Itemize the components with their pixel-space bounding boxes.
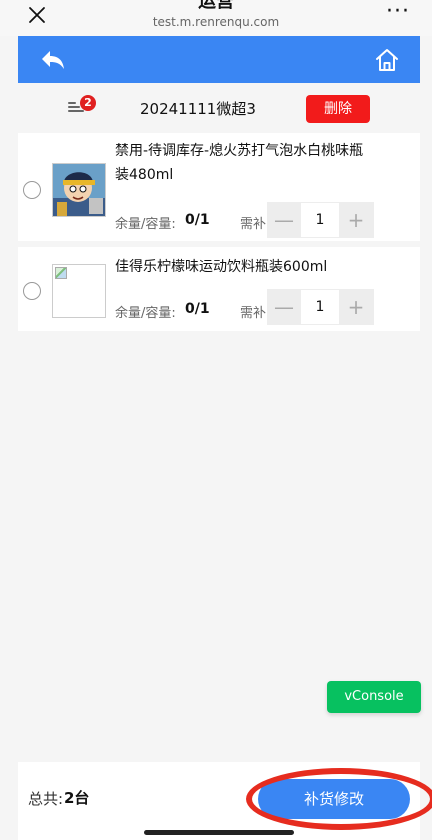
stock-label: 余量/容量: [115,217,176,232]
submit-button[interactable]: 补货修改 [258,779,410,819]
product-image [52,264,106,318]
browser-title: 运营 [198,0,234,12]
group-toolbar: 2 20241111微超3 删除 [18,83,420,133]
broken-image-icon [55,267,67,279]
total-value: 2台 [64,789,90,807]
quantity-stepper: — 1 + [267,289,374,325]
increment-button[interactable]: + [339,202,373,238]
browser-bar: 运营 test.m.renrenqu.com ··· [0,0,432,36]
vconsole-button[interactable]: vConsole [327,681,421,713]
need-label: 需补 [240,306,267,321]
stock-value: 0/1 [185,212,210,228]
select-radio[interactable] [23,282,41,300]
decrement-button[interactable]: — [267,202,301,238]
quantity-input[interactable]: 1 [301,290,339,324]
home-indicator [144,830,294,835]
quantity-stepper: — 1 + [267,202,374,238]
footer-bar: 总共: 2台 补货修改 [18,762,432,840]
more-icon[interactable]: ··· [384,0,412,24]
decrement-button[interactable]: — [267,289,301,325]
stock-label: 余量/容量: [115,306,176,321]
group-title: 20241111微超3 [140,100,256,118]
need-label: 需补 [240,217,267,232]
app-header [18,36,420,83]
browser-url: test.m.renrenqu.com [152,15,280,29]
back-icon[interactable] [38,46,68,74]
select-radio[interactable] [23,181,41,199]
product-item: 禁用-待调库存-熄火苏打气泡水白桃味瓶 装480ml 余量/容量: 0/1 需补… [18,133,420,241]
increment-button[interactable]: + [339,289,373,325]
product-name: 佳得乐柠檬味运动饮料瓶装600ml [115,259,328,275]
total-label: 总共: [28,790,64,808]
quantity-input[interactable]: 1 [301,203,339,237]
delete-button[interactable]: 删除 [306,95,370,123]
product-item: 佳得乐柠檬味运动饮料瓶装600ml 余量/容量: 0/1 需补 — 1 + [18,247,420,331]
stock-value: 0/1 [185,301,210,317]
home-icon[interactable] [372,45,402,75]
product-image [52,163,106,217]
count-badge: 2 [80,95,96,111]
product-name: 禁用-待调库存-熄火苏打气泡水白桃味瓶 装480ml [115,143,364,183]
